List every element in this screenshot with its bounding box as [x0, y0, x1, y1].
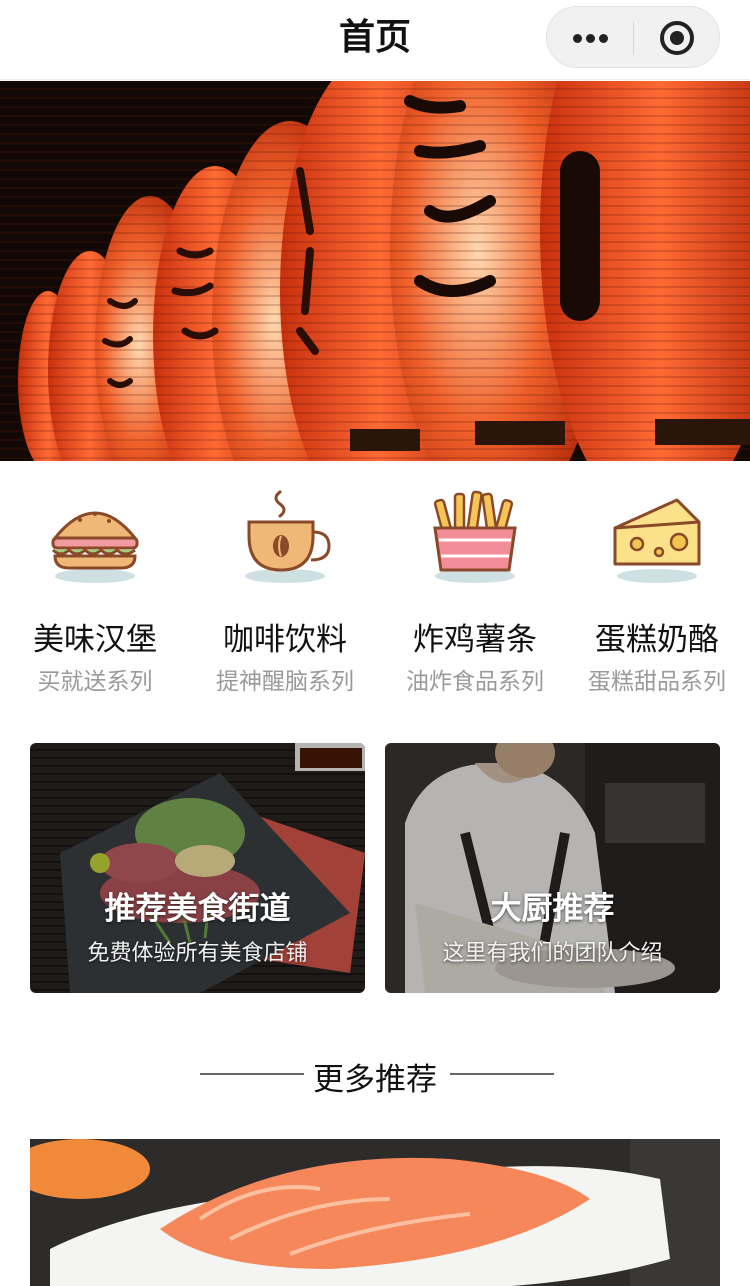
salmon-promo-image[interactable]	[30, 1139, 720, 1286]
cheese-icon	[613, 498, 701, 583]
category-label: 蛋糕奶酪	[595, 622, 719, 658]
divider-line-right	[450, 1073, 554, 1075]
category-subtitle: 油炸食品系列	[406, 669, 544, 695]
lanterns-image	[0, 81, 750, 461]
category-grid: 美味汉堡 买就送系列 咖啡饮料 提神醒脑系列 炸鸡薯条 油炸食品系列 蛋糕奶酪 …	[0, 480, 750, 700]
card-subtitle: 免费体验所有美食店铺	[87, 941, 308, 966]
category-cheese[interactable]: 蛋糕奶酪 蛋糕甜品系列	[572, 480, 742, 700]
category-burger[interactable]: 美味汉堡 买就送系列	[10, 480, 180, 700]
category-coffee[interactable]: 咖啡饮料 提神醒脑系列	[200, 480, 370, 700]
hero-banner[interactable]	[0, 81, 750, 461]
category-label: 炸鸡薯条	[413, 622, 537, 658]
card-subtitle: 这里有我们的团队介绍	[442, 941, 663, 966]
burger-icon	[51, 511, 139, 583]
more-menu-button[interactable]	[547, 7, 633, 69]
top-nav-bar: 首页	[0, 0, 750, 80]
section-title: 更多推荐	[313, 1062, 437, 1098]
category-subtitle: 提神醒脑系列	[216, 669, 354, 695]
more-recommend-header: 更多推荐	[0, 1050, 750, 1098]
category-label: 咖啡饮料	[223, 622, 347, 658]
category-subtitle: 买就送系列	[37, 669, 153, 695]
chef-recommend-card[interactable]: 大厨推荐 这里有我们的团队介绍	[385, 743, 720, 993]
target-circle-icon	[660, 21, 694, 55]
close-mini-program-button[interactable]	[634, 7, 720, 69]
food-street-card[interactable]: 推荐美食街道 免费体验所有美食店铺	[30, 743, 365, 993]
coffee-cup-icon	[245, 490, 331, 583]
category-label: 美味汉堡	[33, 622, 157, 658]
card-title: 推荐美食街道	[104, 891, 291, 927]
card-title: 大厨推荐	[490, 891, 615, 927]
salmon-image	[30, 1139, 720, 1286]
category-fries[interactable]: 炸鸡薯条 油炸食品系列	[390, 480, 560, 700]
mini-program-capsule	[546, 6, 720, 68]
category-subtitle: 蛋糕甜品系列	[588, 669, 726, 695]
fries-icon	[433, 490, 517, 583]
